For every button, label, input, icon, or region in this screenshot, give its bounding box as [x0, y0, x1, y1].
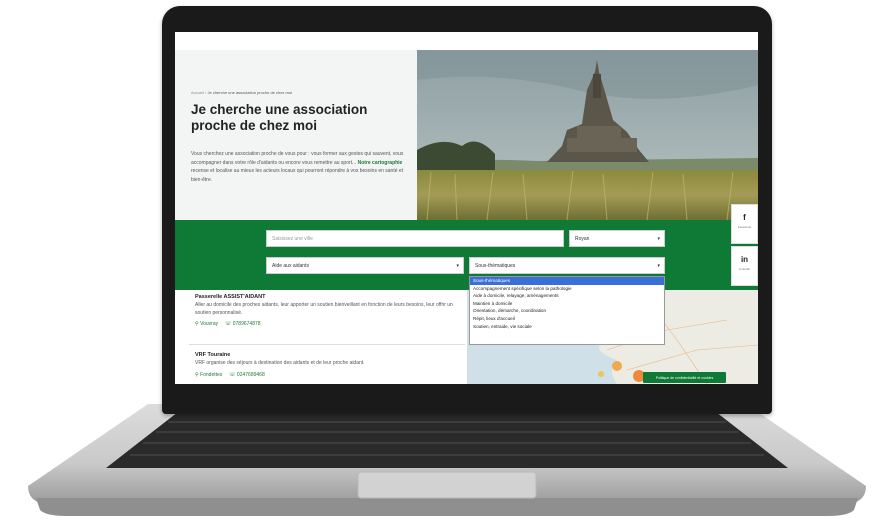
category-select-value: Aide aux aidants [272, 262, 309, 269]
breadcrumb-home-link[interactable]: Accueil [191, 90, 204, 95]
dropdown-option[interactable]: Répit, lieux d'accueil [470, 315, 664, 323]
result-name: VRF Touraine [195, 352, 231, 358]
city-select[interactable]: Royan ▾ [569, 230, 665, 247]
location-pin-icon: ⚲ [195, 321, 199, 327]
laptop-screen: Accueil › Je cherche une association pro… [175, 32, 758, 384]
breadcrumb-current: Je cherche une association proche de che… [207, 90, 292, 95]
category-select[interactable]: Aide aux aidants ▾ [266, 257, 464, 274]
hero-text-panel [175, 50, 417, 220]
intro-cartography-link[interactable]: Notre cartographie [358, 160, 403, 166]
linkedin-label: LinkedIn [738, 267, 751, 271]
page-title: Je cherche une association proche de che… [191, 102, 368, 133]
facebook-icon: f [743, 213, 746, 222]
subtheme-select[interactable]: Sous-thématiques ▾ [469, 257, 665, 274]
result-name: Passerelle ASSIST'AIDANT [195, 294, 266, 300]
list-item[interactable]: Passerelle ASSIST'AIDANT Aller au domici… [195, 294, 463, 327]
location-pin-icon: ⚲ [195, 371, 199, 378]
dropdown-option[interactable]: Maintien à domicile [470, 300, 664, 308]
phone-icon: ☏ [229, 371, 236, 378]
dropdown-option[interactable]: Aide à domicile, relayage, aménagements [470, 292, 664, 300]
result-meta: ⚲ Vouvray ☏ 0789674878 [195, 321, 463, 327]
dropdown-option[interactable]: Soutien, entraide, vie sociale [470, 323, 664, 331]
dropdown-option[interactable]: Orientation, démarche, coordination [470, 307, 664, 315]
breadcrumb: Accueil › Je cherche une association pro… [191, 90, 292, 95]
result-phone[interactable]: 0247689468 [237, 372, 265, 378]
subtheme-select-value: Sous-thématiques [475, 262, 516, 269]
city-search-input[interactable]: Saisissez une ville [266, 230, 564, 247]
chevron-down-icon: ▾ [456, 262, 459, 269]
dropdown-option[interactable]: Accompagnement spécifique selon la patho… [470, 285, 664, 293]
linkedin-icon: in [740, 255, 749, 264]
result-description: Aller au domicile des proches aidants, l… [195, 302, 453, 316]
facebook-button[interactable]: f Facebook [731, 204, 758, 244]
city-select-value: Royan [575, 235, 590, 242]
hero-image [417, 50, 758, 220]
laptop-base [28, 404, 866, 516]
cookie-policy-button[interactable]: Politique de confidentialité et cookies [643, 372, 726, 383]
result-phone[interactable]: 0789674878 [233, 321, 261, 327]
divider [189, 344, 465, 345]
result-meta: ⚲ Fondettes ☏ 0247689468 [195, 372, 463, 378]
facebook-label: Facebook [737, 225, 752, 229]
result-city[interactable]: Fondettes [200, 372, 222, 378]
intro-paragraph: Vous cherchez une association proche de … [191, 150, 406, 184]
site-header [175, 32, 758, 51]
linkedin-button[interactable]: in LinkedIn [731, 246, 758, 286]
subtheme-dropdown-list[interactable]: Sous-thématiques Accompagnement spécifiq… [469, 276, 665, 345]
chevron-down-icon: ▾ [657, 262, 660, 269]
result-city[interactable]: Vouvray [200, 321, 218, 327]
result-description: VRF organise des séjours à destination d… [195, 360, 365, 366]
intro-text-end: recense et localise au mieux les acteurs… [191, 168, 404, 183]
chevron-down-icon: ▾ [657, 235, 660, 242]
phone-icon: ☏ [225, 321, 232, 327]
dropdown-option[interactable]: Sous-thématiques [470, 277, 664, 285]
list-item[interactable]: VRF Touraine VRF organise des séjours à … [195, 352, 463, 378]
